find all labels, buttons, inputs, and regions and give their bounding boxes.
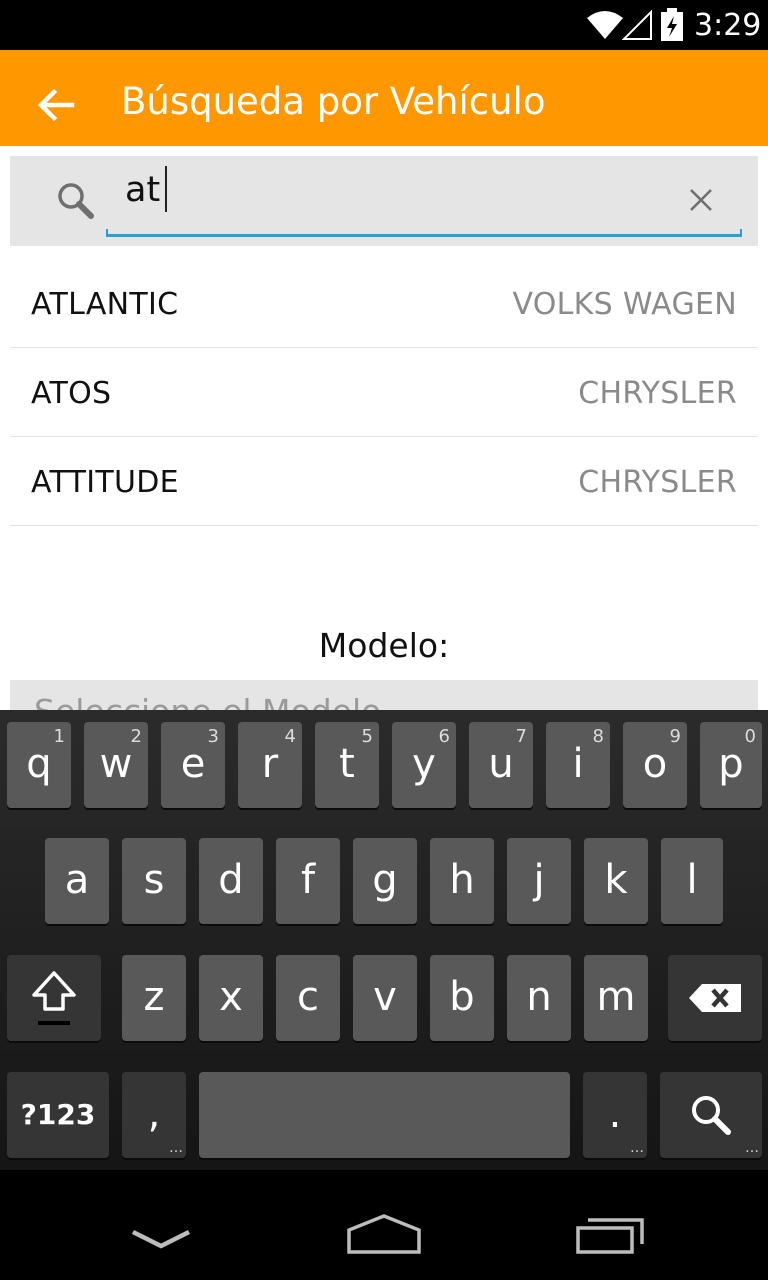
navigation-bar [0,1170,768,1280]
period-key[interactable]: .… [583,1072,647,1158]
key-label: p [718,741,744,788]
key-l[interactable]: l [661,838,723,924]
space-key[interactable] [199,1072,570,1158]
key-label: k [604,857,628,904]
key-label: e [180,741,206,788]
key-label: v [373,974,397,1021]
key-j[interactable]: j [507,838,571,924]
key-label: u [488,741,514,788]
shift-icon [32,971,76,1025]
key-x[interactable]: x [199,955,263,1041]
key-label: w [99,741,133,788]
key-label: b [449,974,475,1021]
vehicle-model: ATTITUDE [31,465,179,500]
vehicle-make: CHRYSLER [578,465,737,500]
search-input[interactable]: at [125,170,160,210]
key-label: q [26,741,52,788]
key-label: s [143,857,165,904]
key-o[interactable]: 9o [623,722,687,808]
key-label: t [339,741,355,788]
key-label: m [596,974,636,1021]
key-h[interactable]: h [430,838,494,924]
search-icon [692,1096,731,1135]
signal-icon [622,10,652,40]
vehicle-model: ATLANTIC [31,287,179,322]
key-label: i [572,741,584,788]
key-label: f [300,857,316,904]
key-label: o [642,741,668,788]
key-p[interactable]: 0p [700,722,762,808]
key-i[interactable]: 8i [546,722,610,808]
key-u[interactable]: 7u [469,722,533,808]
key-b[interactable]: b [430,955,494,1041]
page-title: Búsqueda por Vehículo [121,80,546,123]
key-g[interactable]: g [353,838,417,924]
list-item[interactable]: ATOS CHRYSLER [10,348,758,437]
back-chevron-icon[interactable] [130,1228,192,1252]
key-s[interactable]: s [122,838,186,924]
soft-keyboard: 1q 2w 3e 4r 5t 6y 7u 8i 9o 0p a s d f g … [0,710,768,1170]
key-e[interactable]: 3e [161,722,225,808]
search-key[interactable]: … [660,1072,762,1158]
key-label: l [686,857,698,904]
key-w[interactable]: 2w [84,722,148,808]
recents-icon[interactable] [574,1216,646,1254]
symbols-key[interactable]: ?123 [7,1072,109,1158]
key-label: a [64,857,90,904]
key-label: g [372,857,398,904]
key-label: j [533,857,545,904]
home-icon[interactable] [346,1212,422,1254]
key-a[interactable]: a [45,838,109,924]
vehicle-model: ATOS [31,376,112,411]
key-label: n [526,974,552,1021]
search-icon [58,183,94,219]
key-f[interactable]: f [276,838,340,924]
key-label: x [219,974,243,1021]
key-q[interactable]: 1q [7,722,71,808]
clock: 3:29 [694,8,762,43]
list-item[interactable]: ATTITUDE CHRYSLER [10,437,758,526]
comma-key[interactable]: ,… [122,1072,186,1158]
key-more-indicator: … [630,1140,644,1156]
arrow-left-icon[interactable] [32,80,80,128]
shift-key[interactable] [7,955,101,1041]
vehicle-make: VOLKS WAGEN [512,287,737,322]
text-cursor [165,166,167,212]
search-input-underline [106,229,742,237]
key-label: , [147,1091,161,1138]
key-n[interactable]: n [507,955,571,1041]
key-label: y [412,741,436,788]
key-d[interactable]: d [199,838,263,924]
key-label: d [218,857,244,904]
key-more-indicator: … [169,1140,183,1156]
key-label: c [297,974,319,1021]
results-list: ATLANTIC VOLKS WAGEN ATOS CHRYSLER ATTIT… [10,259,758,526]
key-label: . [608,1091,622,1138]
vehicle-make: CHRYSLER [578,376,737,411]
key-m[interactable]: m [584,955,648,1041]
backspace-key[interactable] [668,955,762,1041]
key-y[interactable]: 6y [392,722,456,808]
key-more-indicator: … [745,1140,759,1156]
key-z[interactable]: z [122,955,186,1041]
modelo-label: Modelo: [318,626,450,665]
key-label: z [143,974,165,1021]
backspace-icon [689,984,741,1012]
key-label: r [261,741,279,788]
key-t[interactable]: 5t [315,722,379,808]
key-r[interactable]: 4r [238,722,302,808]
key-v[interactable]: v [353,955,417,1041]
battery-icon [661,8,683,41]
close-icon[interactable] [687,186,715,214]
list-item[interactable]: ATLANTIC VOLKS WAGEN [10,259,758,348]
search-bar: at [10,156,758,246]
status-bar: 3:29 [0,0,768,50]
key-k[interactable]: k [584,838,648,924]
action-bar: Búsqueda por Vehículo [0,50,768,146]
key-label: h [449,857,475,904]
key-label: ?123 [20,1097,96,1131]
wifi-icon [587,11,623,39]
key-c[interactable]: c [276,955,340,1041]
